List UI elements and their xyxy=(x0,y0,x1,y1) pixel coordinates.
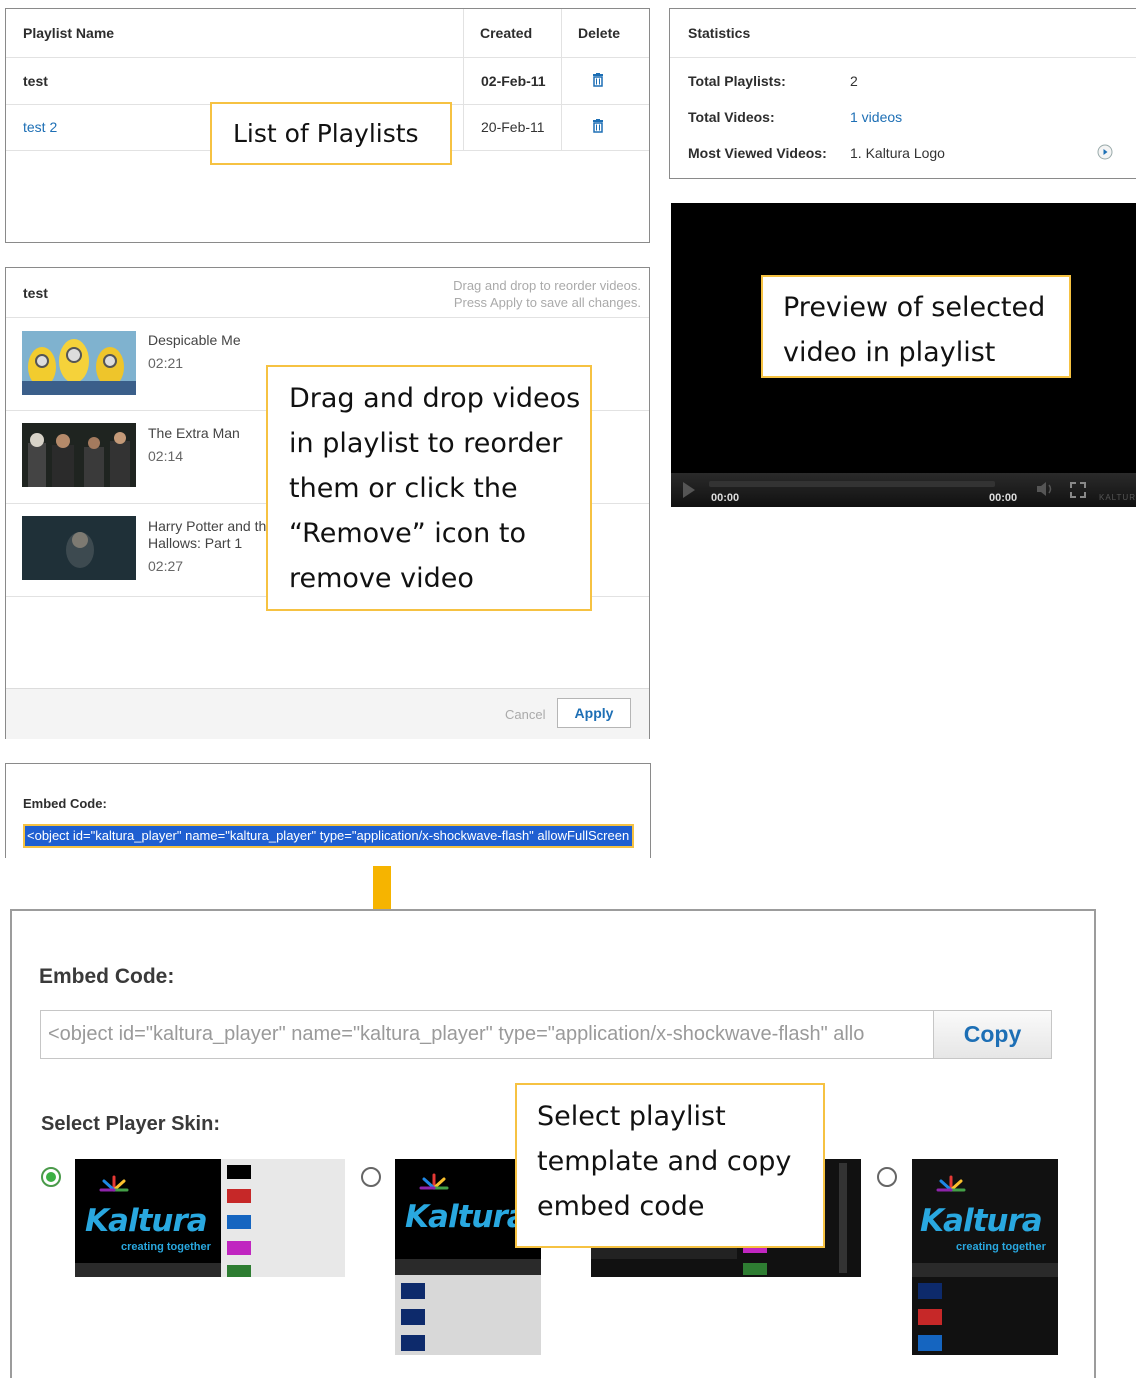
most-viewed-value[interactable]: 1. Kaltura Logo xyxy=(850,145,945,161)
trash-icon[interactable] xyxy=(592,73,604,87)
playlist-created-date: 02-Feb-11 xyxy=(481,73,546,89)
table-row[interactable]: test 02-Feb-11 xyxy=(6,58,649,104)
embed-code-input[interactable]: <object id="kaltura_player" name="kaltur… xyxy=(40,1010,934,1059)
video-title-line: Harry Potter and th xyxy=(148,518,267,534)
list-thumb xyxy=(918,1335,942,1351)
skin-radio-2[interactable] xyxy=(361,1167,381,1187)
list-thumb xyxy=(227,1265,251,1277)
list-thumb xyxy=(227,1241,251,1255)
video-thumbnail xyxy=(22,516,136,580)
callout-text: embed code xyxy=(537,1191,705,1222)
embed-code-small-panel: Embed Code: <object id="kaltura_player" … xyxy=(5,763,651,858)
callout-drag-and-drop: Drag and drop videos in playlist to reor… xyxy=(266,365,592,611)
most-viewed-label: Most Viewed Videos: xyxy=(688,145,827,161)
skin-radio-4[interactable] xyxy=(877,1167,897,1187)
video-duration: 02:21 xyxy=(148,355,184,371)
fullscreen-icon[interactable] xyxy=(1069,481,1087,499)
copy-button[interactable]: Copy xyxy=(933,1010,1052,1059)
kaltura-logo-text: Kaltura xyxy=(920,1203,1043,1239)
current-time: 00:00 xyxy=(711,492,740,504)
video-thumbnail xyxy=(22,331,136,395)
callout-text: Select playlist xyxy=(537,1101,726,1132)
embed-code-label: Embed Code: xyxy=(23,796,107,811)
list-thumb xyxy=(918,1309,942,1325)
kaltura-logo-icon xyxy=(936,1175,966,1192)
list-thumb xyxy=(401,1283,425,1299)
callout-text: Preview of selected xyxy=(783,292,1046,323)
kaltura-logo-text: Kaltura xyxy=(405,1199,528,1235)
playlist-name[interactable]: test xyxy=(23,73,48,89)
skin-control-bar xyxy=(395,1259,541,1275)
callout-select-template: Select playlist template and copy embed … xyxy=(515,1083,825,1248)
skin-radio-1[interactable] xyxy=(41,1167,61,1187)
callout-text: List of Playlists xyxy=(233,119,419,148)
callout-list-of-playlists: List of Playlists xyxy=(210,102,452,165)
embed-code-input-text: <object id="kaltura_player" name="kaltur… xyxy=(48,1023,865,1045)
header-playlist-name[interactable]: Playlist Name xyxy=(23,25,114,41)
embed-code-field[interactable]: <object id="kaltura_player" name="kaltur… xyxy=(23,824,634,848)
player-control-bar: 00:00 00:00 KALTURA xyxy=(671,473,1136,507)
video-thumbnail xyxy=(22,423,136,487)
playlist-editor-title: test xyxy=(23,285,48,301)
radio-selected-dot xyxy=(46,1172,56,1182)
video-title-line: Hallows: Part 1 xyxy=(148,535,243,551)
callout-text: them or click the xyxy=(289,473,518,504)
callout-text: “Remove” icon to xyxy=(289,518,526,549)
reorder-hint-line: Drag and drop to reorder videos. xyxy=(453,278,641,293)
list-thumb xyxy=(401,1309,425,1325)
kaltura-tagline: creating together xyxy=(121,1241,211,1253)
kaltura-logo-icon xyxy=(99,1175,129,1192)
kaltura-tagline: creating together xyxy=(956,1241,1046,1253)
row-divider xyxy=(670,57,1136,58)
total-time: 00:00 xyxy=(989,492,1018,504)
cancel-button[interactable]: Cancel xyxy=(505,707,545,722)
next-arrow-icon[interactable] xyxy=(1097,144,1113,160)
list-thumb xyxy=(227,1215,251,1229)
skin-control-bar xyxy=(75,1263,221,1277)
trash-icon[interactable] xyxy=(592,119,604,133)
embed-code-text: <object id="kaltura_player" name="kaltur… xyxy=(25,826,632,846)
total-videos-link[interactable]: 1 videos xyxy=(850,109,902,125)
total-videos-label: Total Videos: xyxy=(688,109,775,125)
header-created[interactable]: Created xyxy=(480,25,532,41)
video-duration: 02:27 xyxy=(148,558,184,574)
apply-button[interactable]: Apply xyxy=(557,698,631,728)
video-duration: 02:14 xyxy=(148,448,184,464)
reorder-hint-line: Press Apply to save all changes. xyxy=(453,295,641,310)
editor-footer: Cancel Apply xyxy=(6,688,649,739)
callout-preview: Preview of selected video in playlist xyxy=(761,275,1071,378)
total-playlists-label: Total Playlists: xyxy=(688,73,786,89)
callout-text: template and copy xyxy=(537,1146,792,1177)
embed-code-heading: Embed Code: xyxy=(39,965,175,988)
callout-text: video in playlist xyxy=(783,337,996,368)
skin-thumbnail-1[interactable]: Kaltura creating together xyxy=(75,1159,345,1277)
list-thumb xyxy=(918,1283,942,1299)
list-thumb xyxy=(401,1335,425,1351)
list-thumb xyxy=(227,1189,251,1203)
skin-scrollbar xyxy=(839,1163,847,1273)
list-thumb xyxy=(743,1263,767,1275)
callout-text: remove video xyxy=(289,563,474,594)
volume-icon[interactable] xyxy=(1035,481,1057,497)
statistics-panel: Statistics Total Playlists: 2 Total Vide… xyxy=(669,8,1136,179)
progress-track[interactable] xyxy=(709,481,995,487)
video-title: Despicable Me xyxy=(148,332,241,348)
kaltura-logo-text: Kaltura xyxy=(85,1203,208,1239)
header-delete: Delete xyxy=(578,25,621,41)
statistics-title: Statistics xyxy=(688,25,751,41)
total-playlists-value: 2 xyxy=(850,73,858,89)
skin-control-bar xyxy=(912,1263,1058,1277)
select-player-skin-label: Select Player Skin: xyxy=(41,1113,220,1135)
video-title: Harry Potter and th Hallows: Part 1 xyxy=(148,518,266,552)
video-title: The Extra Man xyxy=(148,425,240,441)
playlist-name-link[interactable]: test 2 xyxy=(23,119,57,135)
playlist-created-date: 20-Feb-11 xyxy=(481,119,545,135)
skin-thumbnail-4[interactable]: Kaltura creating together xyxy=(912,1159,1058,1355)
callout-text: in playlist to reorder xyxy=(289,428,563,459)
list-thumb xyxy=(227,1165,251,1179)
kaltura-watermark: KALTURA xyxy=(1099,493,1136,502)
reorder-hint: Drag and drop to reorder videos. Press A… xyxy=(453,277,641,311)
callout-text: Drag and drop videos xyxy=(289,383,581,414)
play-icon[interactable] xyxy=(681,481,697,499)
